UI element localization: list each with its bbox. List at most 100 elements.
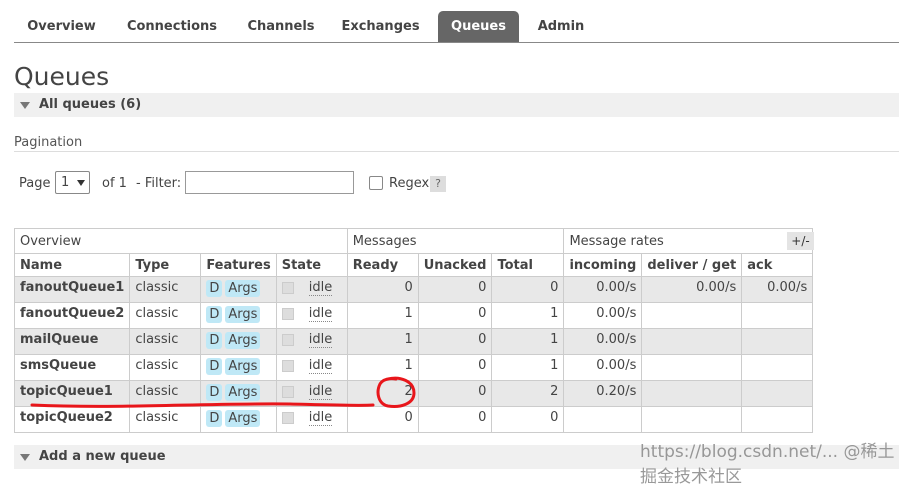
col-ack[interactable]: ack xyxy=(741,253,814,277)
messages-total: 2 xyxy=(491,380,565,407)
messages-ready: 1 xyxy=(346,302,419,329)
queue-features: D Args xyxy=(200,354,277,381)
feature-badge: D xyxy=(206,384,223,401)
feature-badge: D xyxy=(206,306,223,323)
table-column-header-row: Name Type Features State Ready Unacked T… xyxy=(13,253,814,277)
queue-type: classic xyxy=(129,354,202,381)
queue-type: classic xyxy=(129,302,202,329)
group-header-overview: Overview xyxy=(14,228,348,254)
page-select[interactable]: 1 xyxy=(55,171,90,194)
state-indicator-icon xyxy=(281,307,294,320)
rate-ack: 0.00/s xyxy=(741,276,814,303)
state-text: idle xyxy=(308,280,333,296)
feature-badge: Args xyxy=(225,332,261,349)
queue-type: classic xyxy=(129,380,202,407)
top-nav: Overview Connections Channels Exchanges … xyxy=(14,11,899,43)
rate-deliver-get: 0.00/s xyxy=(641,276,743,303)
table-row: smsQueue classic D Args idle 1 0 1 0.00/s xyxy=(13,354,814,381)
queue-name-link[interactable]: mailQueue xyxy=(13,328,131,355)
regex-checkbox[interactable] xyxy=(369,176,383,190)
rate-deliver-get xyxy=(641,380,743,407)
state-indicator-icon xyxy=(281,281,294,294)
pagination-heading: Pagination xyxy=(14,135,83,150)
watermark: https://blog.csdn.net/... @稀土掘金技术社区 xyxy=(640,442,895,487)
tab-overview[interactable]: Overview xyxy=(14,11,109,42)
messages-unacked: 0 xyxy=(417,328,493,355)
queues-table: Overview Messages Message rates Name Typ… xyxy=(13,228,814,433)
tab-queues[interactable]: Queues xyxy=(438,11,519,42)
messages-unacked: 0 xyxy=(417,302,493,329)
col-state[interactable]: State xyxy=(275,253,348,277)
rate-deliver-get xyxy=(641,328,743,355)
queue-state: idle xyxy=(275,380,348,407)
feature-badge: Args xyxy=(225,384,261,401)
col-name[interactable]: Name xyxy=(13,253,131,277)
divider xyxy=(14,151,899,152)
queue-features: D Args xyxy=(200,276,277,303)
chevron-down-icon xyxy=(77,180,85,186)
queue-state: idle xyxy=(275,276,348,303)
queue-type: classic xyxy=(129,406,202,433)
queue-type: classic xyxy=(129,276,202,303)
messages-ready: 0 xyxy=(346,406,419,433)
rate-incoming: 0.00/s xyxy=(563,328,643,355)
state-indicator-icon xyxy=(281,333,294,346)
queue-name-link[interactable]: smsQueue xyxy=(13,354,131,381)
feature-badge: D xyxy=(206,332,223,349)
tab-channels[interactable]: Channels xyxy=(236,11,326,42)
rate-ack xyxy=(741,380,814,407)
feature-badge: Args xyxy=(225,306,261,323)
table-row: fanoutQueue1 classic D Args idle 0 0 0 0.00/s 0.0… xyxy=(13,276,814,303)
messages-ready: 1 xyxy=(346,328,419,355)
regex-label: Regex xyxy=(389,176,430,191)
columns-toggle-button[interactable]: +/- xyxy=(787,232,814,250)
queue-features: D Args xyxy=(200,302,277,329)
page-title: Queues xyxy=(14,62,110,91)
queue-name-link[interactable]: topicQueue1 xyxy=(13,380,131,407)
queue-name-link[interactable]: fanoutQueue2 xyxy=(13,302,131,329)
filter-input[interactable] xyxy=(185,171,354,194)
table-row: fanoutQueue2 classic D Args idle 1 0 1 0.00/s xyxy=(13,302,814,329)
rate-incoming: 0.00/s xyxy=(563,354,643,381)
rate-ack xyxy=(741,354,814,381)
group-header-messages: Messages xyxy=(346,228,565,254)
col-unacked[interactable]: Unacked xyxy=(417,253,493,277)
rate-incoming: 0.20/s xyxy=(563,380,643,407)
page-select-value: 1 xyxy=(61,175,70,190)
group-header-message-rates: Message rates xyxy=(563,228,814,254)
tab-admin[interactable]: Admin xyxy=(528,11,594,42)
page-of-label: of 1 xyxy=(102,176,127,191)
state-text: idle xyxy=(308,410,333,426)
messages-unacked: 0 xyxy=(417,276,493,303)
queue-name-link[interactable]: topicQueue2 xyxy=(13,406,131,433)
tab-connections[interactable]: Connections xyxy=(117,11,227,42)
queue-state: idle xyxy=(275,354,348,381)
page-label: Page xyxy=(19,176,51,191)
tab-exchanges[interactable]: Exchanges xyxy=(332,11,429,42)
state-indicator-icon xyxy=(281,411,294,424)
messages-unacked: 0 xyxy=(417,380,493,407)
rate-deliver-get xyxy=(641,406,743,433)
col-type[interactable]: Type xyxy=(129,253,202,277)
col-deliver-get[interactable]: deliver / get xyxy=(641,253,743,277)
table-group-header-row: Overview Messages Message rates xyxy=(14,228,814,254)
all-queues-section-toggle[interactable]: All queues (6) xyxy=(14,93,899,117)
col-total[interactable]: Total xyxy=(491,253,565,277)
add-queue-label: Add a new queue xyxy=(39,449,166,464)
feature-badge: Args xyxy=(225,280,261,297)
col-ready[interactable]: Ready xyxy=(346,253,419,277)
feature-badge: Args xyxy=(225,358,261,375)
col-incoming[interactable]: incoming xyxy=(563,253,643,277)
queue-name-link[interactable]: fanoutQueue1 xyxy=(13,276,131,303)
messages-total: 1 xyxy=(491,302,565,329)
messages-unacked: 0 xyxy=(417,406,493,433)
triangle-down-icon xyxy=(20,454,30,461)
state-text: idle xyxy=(308,358,333,374)
table-row: mailQueue classic D Args idle 1 0 1 0.00/s xyxy=(13,328,814,355)
help-icon[interactable]: ? xyxy=(430,176,446,192)
queue-state: idle xyxy=(275,302,348,329)
rate-incoming: 0.00/s xyxy=(563,302,643,329)
queue-features: D Args xyxy=(200,328,277,355)
state-indicator-icon xyxy=(281,385,294,398)
col-features: Features xyxy=(200,253,277,277)
